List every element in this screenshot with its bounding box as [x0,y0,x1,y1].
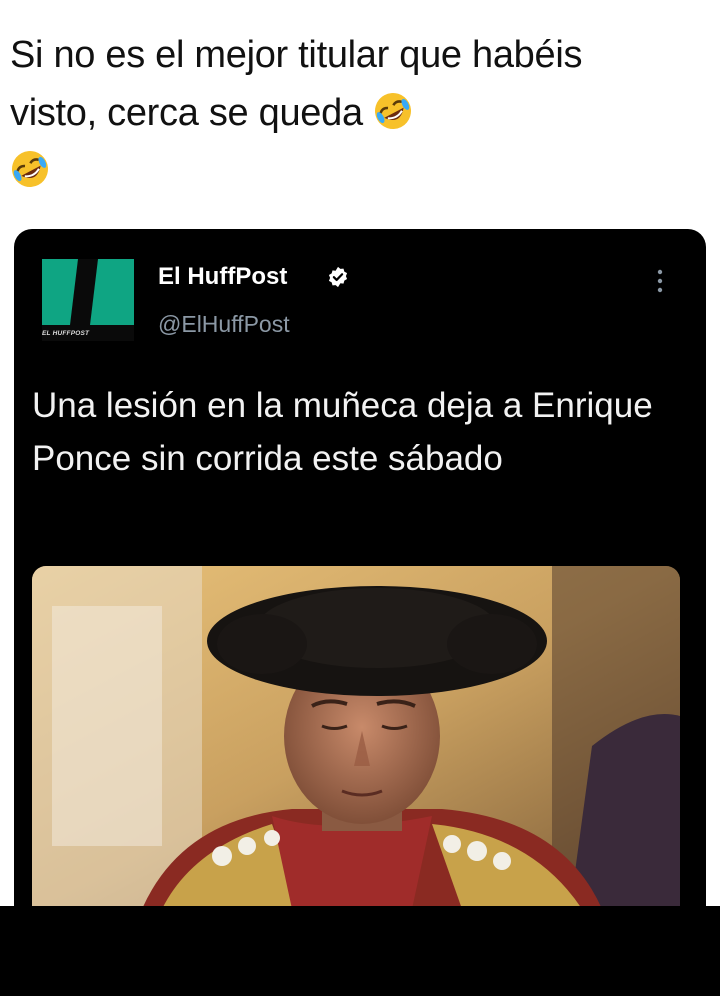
bullfighter-photo-icon [32,566,680,909]
post-caption: Si no es el mejor titular que habéis vis… [10,26,670,200]
tweet-media-image[interactable] [32,566,680,909]
author-handle[interactable]: @ElHuffPost [158,311,290,338]
bottom-black-bar [0,906,720,996]
huffpost-avatar[interactable]: EL HUFFPOST [42,259,134,341]
laughing-emoji-icon [375,93,412,129]
verified-badge-icon [328,266,348,288]
huffpost-logo-icon [42,259,134,325]
tweet-text: Una lesión en la muñeca deja a Enrique P… [32,386,653,478]
tweet-card[interactable]: EL HUFFPOST El HuffPost @ElHuffPost Una … [14,229,706,909]
avatar-logo-text: EL HUFFPOST [42,330,90,337]
laughing-emoji-icon [11,151,48,187]
more-options-icon[interactable] [654,267,666,297]
caption-text: Si no es el mejor titular que habéis vis… [10,34,583,134]
author-name[interactable]: El HuffPost [158,263,287,291]
